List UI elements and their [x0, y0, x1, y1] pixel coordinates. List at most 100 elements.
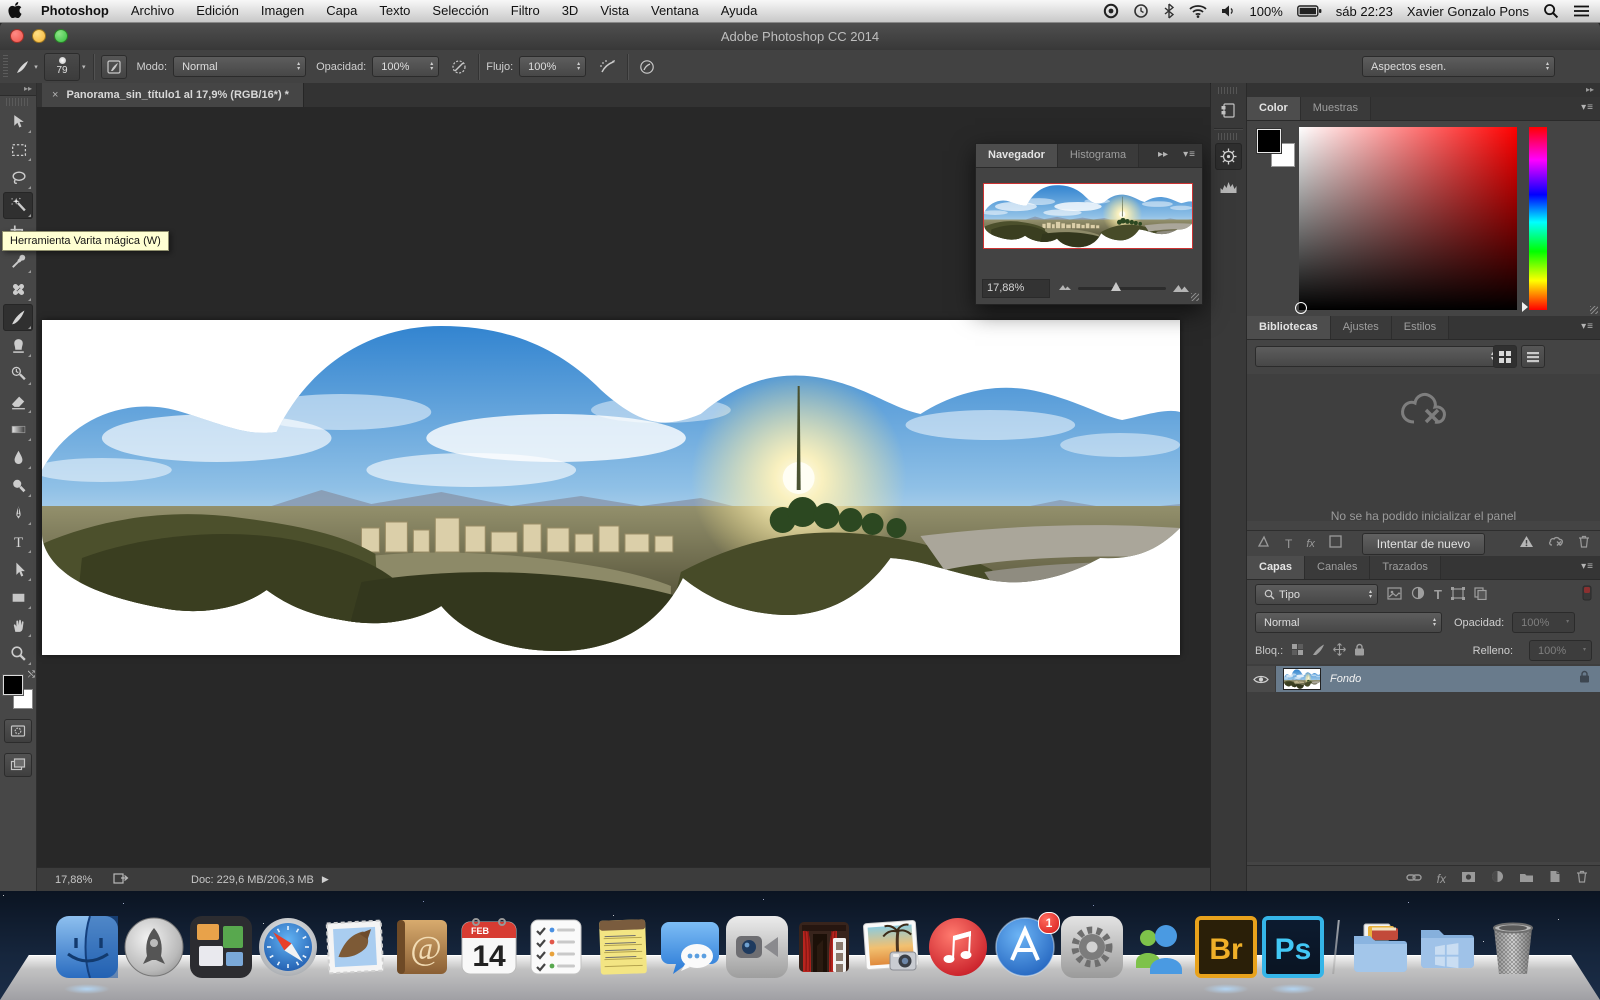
dock-safari-icon[interactable] — [257, 916, 319, 978]
dock-itunes-icon[interactable] — [927, 916, 989, 978]
tool-zoom[interactable] — [3, 640, 33, 667]
add-layer-mask-icon[interactable] — [1461, 870, 1476, 888]
tab-muestras[interactable]: Muestras — [1300, 97, 1371, 120]
tool-lasso[interactable] — [3, 164, 33, 191]
tool-move[interactable] — [3, 108, 33, 135]
dock-windows-folder-icon[interactable] — [1415, 916, 1477, 978]
dock-trash-icon[interactable] — [1482, 916, 1544, 978]
dock-photoshop-icon[interactable]: Ps — [1262, 916, 1324, 994]
layer-opacity-select[interactable]: 100% ▾ — [1512, 612, 1576, 633]
battery-icon[interactable] — [1296, 5, 1322, 17]
notification-center-icon[interactable] — [1573, 4, 1590, 18]
window-titlebar[interactable]: Adobe Photoshop CC 2014 — [0, 22, 1600, 51]
layer-row-fondo[interactable]: Fondo — [1247, 666, 1600, 692]
strip-grip-2[interactable] — [1218, 133, 1239, 140]
tool-preset-picker[interactable]: ▾ — [14, 56, 38, 78]
dock-documents-folder-icon[interactable] — [1348, 916, 1410, 978]
new-layer-icon[interactable] — [1549, 870, 1561, 888]
statusbar-zoom[interactable]: 17,88% — [55, 874, 113, 886]
tool-history-brush[interactable] — [3, 360, 33, 387]
color-panel-menu-icon[interactable]: ▾≡ — [1581, 102, 1594, 113]
opacity-select[interactable]: 100% ▴ ▾ — [372, 56, 440, 77]
lock-all-icon[interactable] — [1354, 643, 1365, 659]
document-tab[interactable]: × Panorama_sin_título1 al 17,9% (RGB/16*… — [42, 83, 304, 107]
layer-style-icon[interactable]: fx — [1437, 872, 1446, 886]
lock-pixels-icon[interactable] — [1312, 643, 1325, 659]
tool-type[interactable]: T — [3, 528, 33, 555]
navigator-zoom-slider[interactable] — [1078, 281, 1166, 291]
panorama-image[interactable] — [42, 320, 1180, 655]
dock-mail-icon[interactable] — [324, 916, 386, 978]
dock-app-store-icon[interactable]: 1 — [994, 912, 1060, 978]
volume-icon[interactable] — [1221, 4, 1236, 18]
libraries-select[interactable]: ▴▾ — [1255, 346, 1500, 367]
tab-bibliotecas[interactable]: Bibliotecas — [1247, 316, 1331, 339]
dock-photo-booth-icon[interactable] — [793, 916, 855, 978]
add-color-icon[interactable] — [1329, 534, 1342, 553]
link-layers-icon[interactable] — [1405, 870, 1422, 888]
dock-messenger-icon[interactable] — [1128, 916, 1190, 978]
menu-photoshop[interactable]: Photoshop — [30, 0, 120, 22]
blend-mode-select[interactable]: Normal ▴ ▾ — [173, 56, 307, 77]
close-window-button[interactable] — [10, 29, 24, 43]
apple-menu-icon[interactable] — [0, 1, 30, 21]
close-tab-icon[interactable]: × — [52, 89, 58, 101]
tool-clone-stamp[interactable] — [3, 332, 33, 359]
screen-mode-button[interactable] — [4, 753, 32, 777]
menu-capa[interactable]: Capa — [315, 0, 368, 22]
tab-estilos[interactable]: Estilos — [1391, 316, 1450, 339]
tool-blur[interactable] — [3, 444, 33, 471]
menu-ayuda[interactable]: Ayuda — [710, 0, 769, 22]
menu-filtro[interactable]: Filtro — [500, 0, 551, 22]
tab-capas[interactable]: Capas — [1247, 556, 1306, 579]
menu-ventana[interactable]: Ventana — [640, 0, 710, 22]
tool-hand[interactable] — [3, 612, 33, 639]
tool-magic-wand[interactable] — [3, 192, 33, 219]
tool-shape[interactable] — [3, 584, 33, 611]
navigator-zoom-value[interactable]: 17,88% — [982, 278, 1050, 298]
dock-contacts-icon[interactable]: @ — [391, 916, 453, 978]
hue-ramp[interactable] — [1522, 127, 1547, 312]
tool-marquee[interactable] — [3, 136, 33, 163]
zoom-in-icon[interactable] — [1172, 281, 1190, 296]
new-group-icon[interactable] — [1519, 870, 1534, 888]
menubar-username[interactable]: Xavier Gonzalo Pons — [1407, 4, 1529, 19]
menu-archivo[interactable]: Archivo — [120, 0, 185, 22]
dock-bridge-icon[interactable]: Br — [1195, 916, 1257, 994]
navigator-resize-grip[interactable] — [1191, 293, 1199, 301]
menu-edición[interactable]: Edición — [185, 0, 250, 22]
add-layerstyle-icon[interactable]: fx — [1306, 538, 1315, 550]
statusbar-flyout-icon[interactable] — [113, 872, 129, 888]
toggle-brush-panel-button[interactable] — [100, 54, 127, 79]
workspace-switcher[interactable]: Aspectos esen. ▴ ▾ — [1362, 56, 1555, 77]
zoom-out-icon[interactable] — [1058, 282, 1072, 294]
statusbar-arrow-icon[interactable]: ▶ — [322, 874, 329, 885]
libraries-panel-menu-icon[interactable]: ▾≡ — [1581, 321, 1594, 332]
dock-launchpad-icon[interactable] — [123, 916, 185, 978]
add-graphic-icon[interactable] — [1257, 535, 1271, 553]
dock-finder-icon[interactable] — [56, 916, 118, 994]
navigator-panel-menu-icon[interactable]: ▾≡ — [1183, 149, 1196, 160]
libraries-list-view-button[interactable] — [1521, 345, 1545, 368]
layer-filter-toggle[interactable] — [1582, 585, 1592, 604]
quick-mask-button[interactable] — [4, 719, 32, 743]
layer-filter-select[interactable]: Tipo ▴ ▾ — [1255, 584, 1378, 605]
dock-system-preferences-icon[interactable] — [1061, 916, 1123, 978]
layer-thumbnail[interactable] — [1283, 668, 1321, 690]
menu-3d[interactable]: 3D — [551, 0, 590, 22]
tab-canales[interactable]: Canales — [1305, 556, 1371, 579]
tab-navegador[interactable]: Navegador — [976, 144, 1058, 167]
brush-size-picker[interactable]: 79 — [44, 52, 80, 81]
tool-eyedropper[interactable] — [3, 248, 33, 275]
record-status-icon[interactable] — [1103, 3, 1119, 19]
tool-dodge[interactable] — [3, 472, 33, 499]
layer-blend-select[interactable]: Normal ▴ ▾ — [1255, 612, 1442, 633]
strip-grip[interactable] — [1218, 87, 1239, 94]
brush-smoothing-toggle[interactable] — [635, 56, 659, 78]
dock-messages-icon[interactable] — [659, 916, 721, 978]
clone-source-panel-button[interactable] — [1215, 97, 1242, 124]
zoom-window-button[interactable] — [54, 29, 68, 43]
filter-shape-layers-icon[interactable] — [1450, 586, 1465, 603]
lock-transparency-icon[interactable] — [1291, 643, 1304, 659]
time-machine-icon[interactable] — [1133, 3, 1149, 19]
